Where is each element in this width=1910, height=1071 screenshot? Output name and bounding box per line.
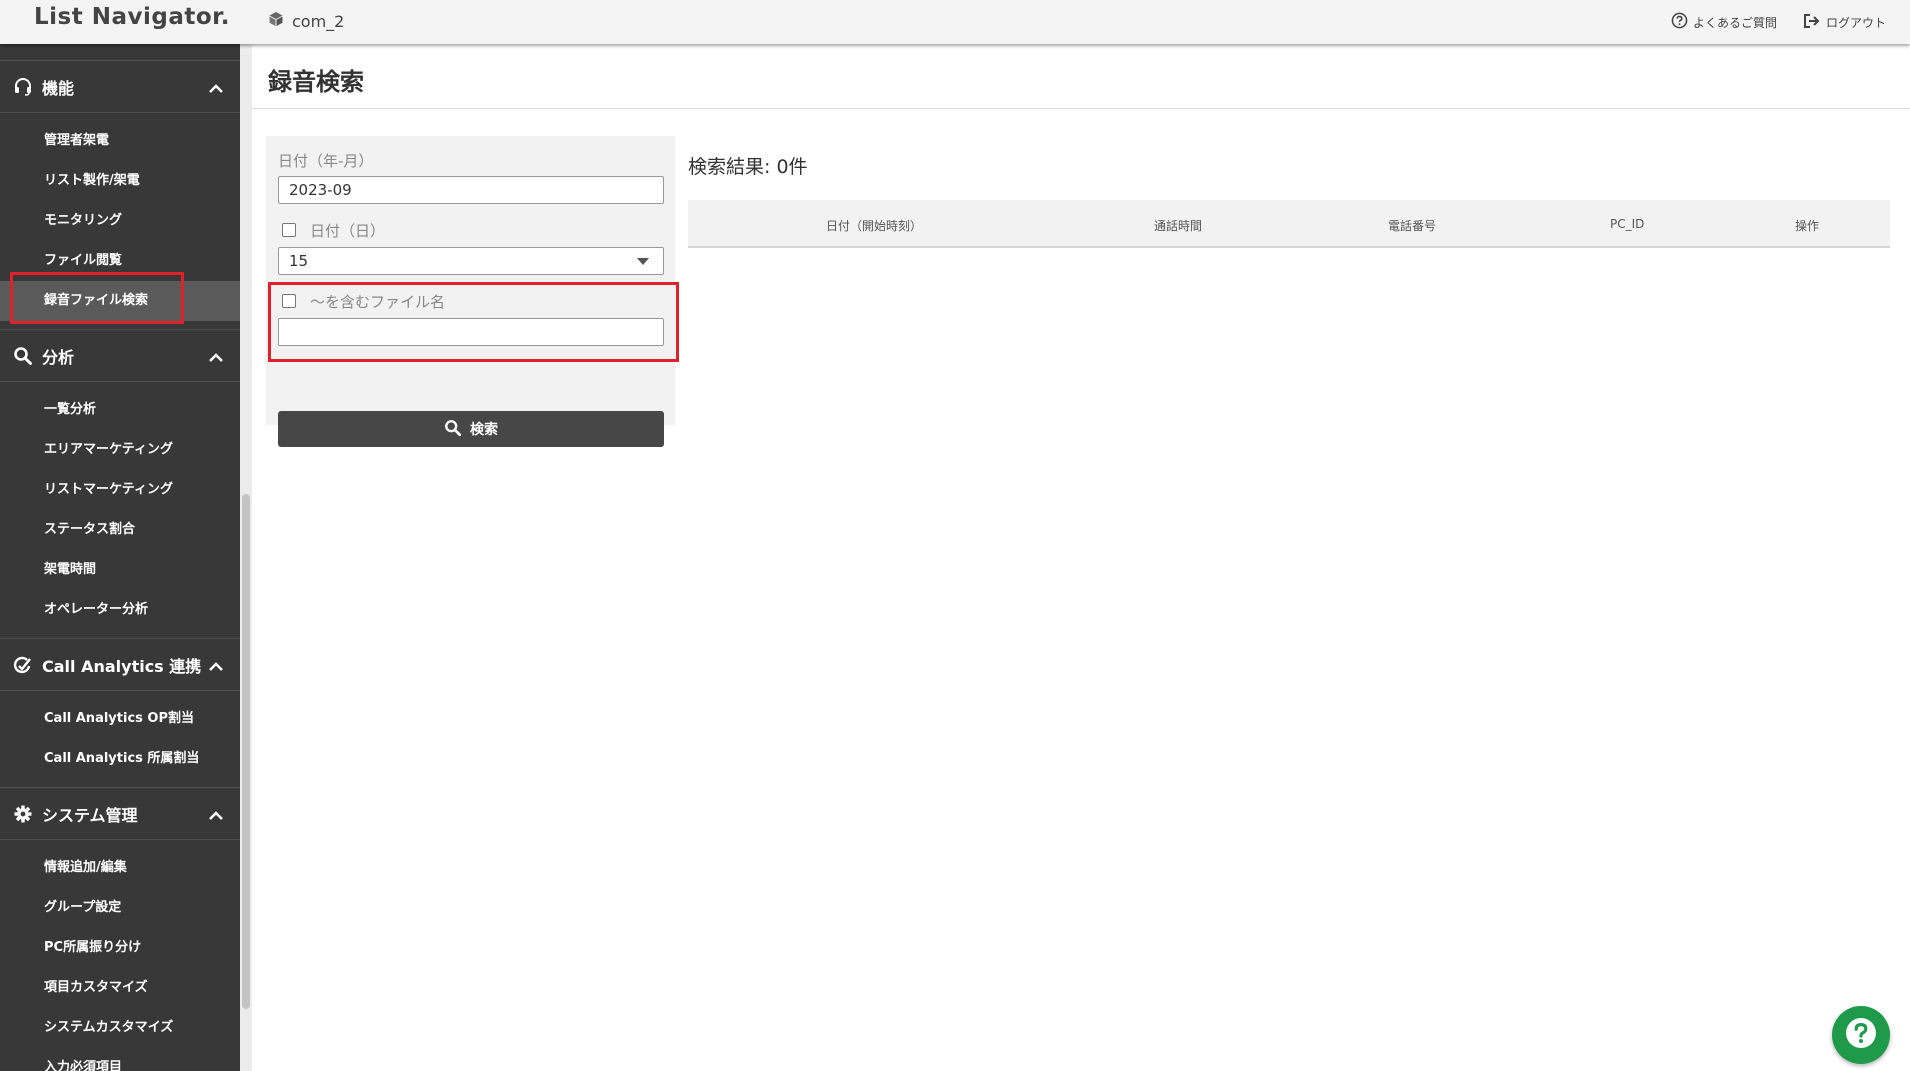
sidebar-item-pc-assign[interactable]: PC所属振り分け [0, 928, 240, 968]
app-logo[interactable]: List Navigator. [34, 4, 230, 30]
sidebar-item-system-customize[interactable]: システムカスタマイズ [0, 1008, 240, 1048]
section-title: Call Analytics 連携 [42, 656, 202, 676]
active-item-highlight [10, 272, 184, 324]
chevron-up-icon[interactable] [208, 348, 224, 367]
sidebar-item-operator-analysis[interactable]: オペレーター分析 [0, 590, 240, 630]
search-icon [12, 345, 34, 367]
logout-link[interactable]: ログアウト [1803, 12, 1886, 32]
logout-icon [1803, 13, 1821, 32]
company-selector[interactable]: com_2 [268, 11, 344, 31]
search-button[interactable]: 検索 [278, 411, 664, 447]
main-content: 録音検索 日付（年-月） 2023-09 日付（日） 15 〜を含むファイル名 … [252, 44, 1910, 1071]
chevron-up-icon[interactable] [208, 79, 224, 98]
sidebar-item-required-fields[interactable]: 入力必須項目 [0, 1048, 240, 1071]
question-circle-icon [1671, 12, 1688, 32]
sidebar-item-admin-call[interactable]: 管理者架電 [0, 121, 240, 161]
column-header-pc-id[interactable]: PC_ID [1610, 217, 1644, 231]
day-select[interactable]: 15 [278, 247, 664, 275]
column-header-actions[interactable]: 操作 [1795, 217, 1819, 234]
column-header-duration[interactable]: 通話時間 [1154, 217, 1202, 234]
sidebar: 機能 管理者架電 リスト製作/架電 モニタリング ファイル閲覧 録音ファイル検索… [0, 44, 240, 1071]
month-label: 日付（年-月） [278, 152, 374, 170]
sidebar-item-group-settings[interactable]: グループ設定 [0, 888, 240, 928]
sidebar-item-monitoring[interactable]: モニタリング [0, 201, 240, 241]
faq-link[interactable]: よくあるご質問 [1671, 12, 1777, 32]
month-input[interactable]: 2023-09 [278, 176, 664, 204]
search-button-label: 検索 [470, 421, 498, 437]
top-bar: List Navigator. com_2 よくあるご質問 ログアウト [0, 0, 1910, 44]
day-checkbox[interactable] [282, 223, 296, 237]
day-select-value: 15 [289, 252, 309, 270]
logout-label: ログアウト [1825, 15, 1886, 30]
faq-label: よくあるご質問 [1692, 15, 1777, 30]
headset-icon [12, 76, 34, 98]
column-header-date[interactable]: 日付（開始時刻） [826, 217, 922, 234]
sidebar-item-status-ratio[interactable]: ステータス割合 [0, 510, 240, 550]
chevron-up-icon[interactable] [208, 806, 224, 825]
cube-icon [268, 11, 284, 31]
sidebar-item-list-marketing[interactable]: リストマーケティング [0, 470, 240, 510]
title-divider [252, 108, 1910, 109]
sidebar-item-field-customize[interactable]: 項目カスタマイズ [0, 968, 240, 1008]
filename-filter-highlight [268, 282, 679, 362]
analytics-icon [12, 654, 34, 676]
sidebar-scrollbar[interactable] [240, 44, 252, 1071]
search-panel: 日付（年-月） 2023-09 日付（日） 15 〜を含むファイル名 検索 [266, 136, 675, 447]
page-title: 録音検索 [268, 68, 364, 96]
sidebar-section-features[interactable]: 機能 [0, 61, 240, 113]
sidebar-item-overview-analysis[interactable]: 一覧分析 [0, 390, 240, 430]
sidebar-item-call-time[interactable]: 架電時間 [0, 550, 240, 590]
sidebar-item-list-create[interactable]: リスト製作/架電 [0, 161, 240, 201]
sidebar-items-call-analytics: Call Analytics OP割当 Call Analytics 所属割当 [0, 691, 240, 788]
sidebar-divider [0, 44, 240, 61]
column-header-phone[interactable]: 電話番号 [1388, 217, 1436, 234]
sidebar-item-info-edit[interactable]: 情報追加/編集 [0, 848, 240, 888]
search-icon [444, 419, 462, 440]
results-count: 検索結果: 0件 [688, 156, 808, 178]
scrollbar-thumb[interactable] [242, 494, 250, 1009]
question-circle-icon [1844, 1016, 1878, 1054]
sidebar-section-system[interactable]: システム管理 [0, 788, 240, 840]
day-label: 日付（日） [310, 222, 386, 240]
sidebar-item-ca-op-assign[interactable]: Call Analytics OP割当 [0, 699, 240, 739]
header-links: よくあるご質問 ログアウト [1671, 12, 1886, 32]
help-button[interactable] [1832, 1006, 1890, 1064]
section-title: システム管理 [42, 805, 138, 825]
sidebar-section-analysis[interactable]: 分析 [0, 330, 240, 382]
caret-down-icon [637, 258, 649, 265]
chevron-up-icon[interactable] [208, 657, 224, 676]
sidebar-section-call-analytics[interactable]: Call Analytics 連携 [0, 639, 240, 691]
sidebar-item-area-marketing[interactable]: エリアマーケティング [0, 430, 240, 470]
sidebar-items-analysis: 一覧分析 エリアマーケティング リストマーケティング ステータス割合 架電時間 … [0, 382, 240, 639]
company-name: com_2 [292, 11, 345, 31]
results-table-header: 日付（開始時刻） 通話時間 電話番号 PC_ID 操作 [688, 200, 1890, 248]
gear-icon [12, 803, 34, 825]
section-title: 分析 [42, 347, 75, 367]
sidebar-item-ca-group-assign[interactable]: Call Analytics 所属割当 [0, 739, 240, 779]
sidebar-items-system: 情報追加/編集 グループ設定 PC所属振り分け 項目カスタマイズ システムカスタ… [0, 840, 240, 1071]
section-title: 機能 [42, 78, 75, 98]
